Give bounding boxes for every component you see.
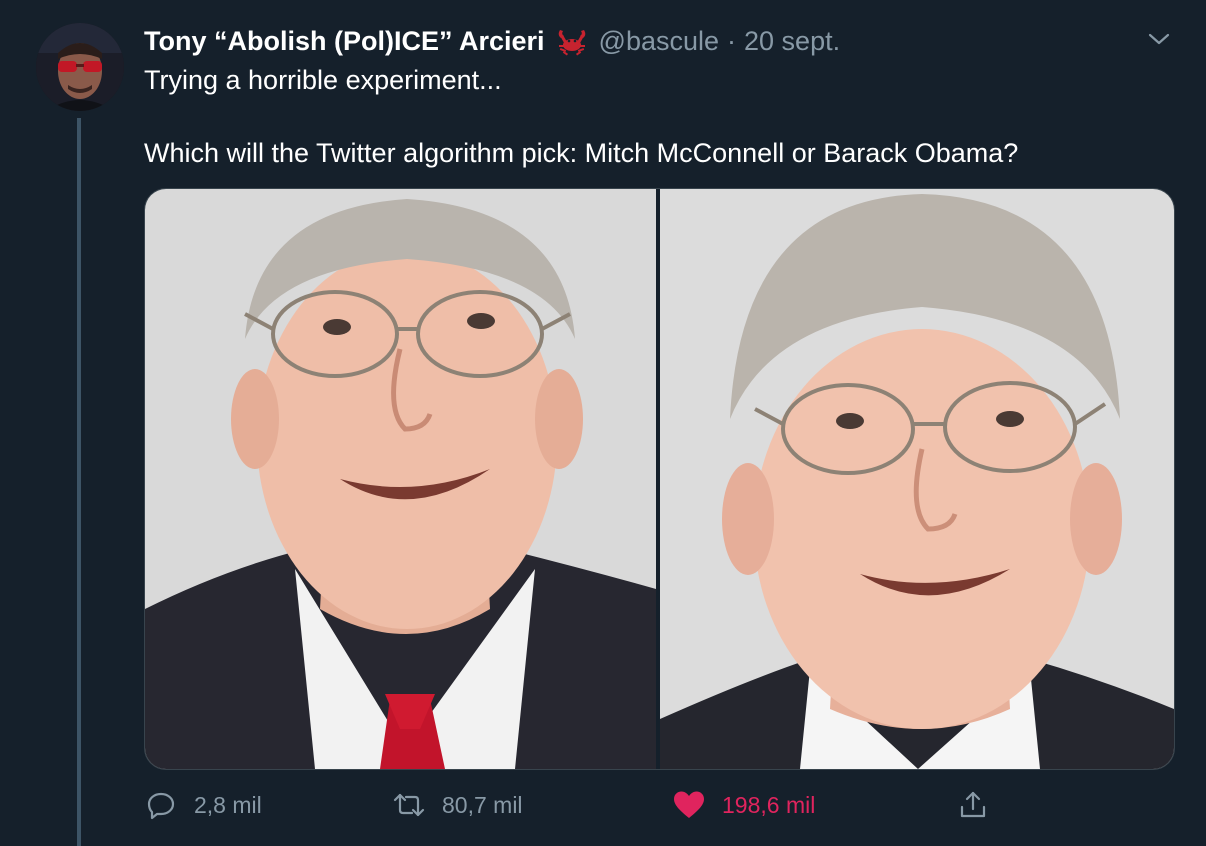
heart-icon [672,788,706,822]
retweet-count: 80,7 mil [442,791,523,818]
tweet-text-line: Which will the Twitter algorithm pick: M… [144,138,1019,168]
media-photo-left[interactable] [145,189,656,769]
tweet-text-line: Trying a horrible experiment... [144,65,502,95]
tweet-actions: 2,8 mil 80,7 mil 198,6 mil [144,785,1004,825]
tweet-text: Trying a horrible experiment... Which wi… [144,62,1184,172]
avatar-image [36,23,124,111]
reply-icon [144,788,178,822]
avatar[interactable] [36,23,124,111]
like-count: 198,6 mil [722,791,816,818]
share-button[interactable] [956,785,990,825]
retweet-button[interactable]: 80,7 mil [392,785,523,825]
chevron-down-icon[interactable] [1144,24,1174,54]
author-handle[interactable]: @bascule [599,26,719,57]
reply-button[interactable]: 2,8 mil [144,785,262,825]
tweet-date[interactable]: 20 sept. [744,26,840,57]
retweet-icon [392,788,426,822]
tweet-media [144,188,1175,770]
media-photo-right[interactable] [660,189,1174,769]
tweet[interactable]: Tony “Abolish (Pol)ICE” Arcieri @bascule… [0,0,1206,846]
reply-count: 2,8 mil [194,791,262,818]
header-separator: · [727,25,737,56]
thread-line [77,118,81,846]
like-button[interactable]: 198,6 mil [672,785,815,825]
crab-icon [555,26,589,56]
tweet-header: Tony “Abolish (Pol)ICE” Arcieri @bascule… [144,22,840,60]
author-display-name[interactable]: Tony “Abolish (Pol)ICE” Arcieri [144,26,545,57]
share-icon [956,788,990,822]
